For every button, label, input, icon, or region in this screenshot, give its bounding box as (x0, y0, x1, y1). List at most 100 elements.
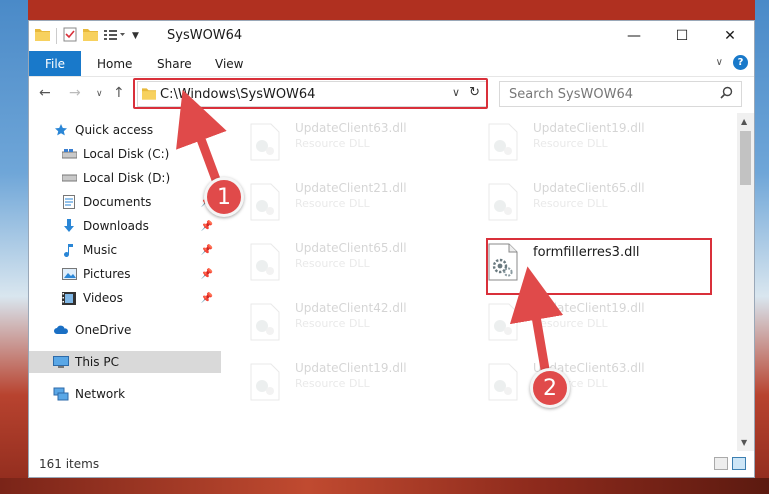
maximize-button[interactable]: ☐ (658, 21, 706, 51)
recent-locations-icon[interactable]: ∨ (96, 89, 103, 99)
sidebar-item-local-disk-c[interactable]: Local Disk (C:) (29, 143, 221, 165)
help-icon[interactable]: ? (733, 55, 748, 70)
status-bar: 161 items (29, 451, 754, 477)
video-icon (61, 291, 77, 305)
dll-file-icon (249, 303, 281, 341)
navigation-pane: Quick access Local Disk (C:) Local Disk … (29, 113, 221, 449)
file-item[interactable]: UpdateClient63.dll Resource DLL (249, 119, 469, 165)
sidebar-item-music[interactable]: Music 📌 (29, 239, 221, 261)
tab-file[interactable]: File (29, 51, 81, 76)
file-name: UpdateClient65.dll (295, 241, 407, 255)
scrollbar-thumb[interactable] (740, 131, 751, 185)
file-name: UpdateClient65.dll (533, 181, 645, 195)
sidebar-item-documents[interactable]: Documents 📌 (29, 191, 221, 213)
file-name: UpdateClient19.dll (533, 301, 645, 315)
expand-ribbon-icon[interactable]: ∨ (716, 57, 723, 68)
forward-arrow-icon[interactable]: → (69, 85, 81, 101)
music-icon (61, 243, 77, 257)
ribbon-tabs: File Home Share View ∨ ? (29, 51, 754, 77)
file-item[interactable]: UpdateClient19.dll Resource DLL (487, 299, 707, 345)
pin-icon[interactable]: 📌 (201, 293, 213, 304)
file-item[interactable]: UpdateClient19.dll Resource DLL (487, 119, 707, 165)
quick-access-toolbar: ▼ (35, 27, 139, 45)
file-item[interactable]: UpdateClient63.dll Resource DLL (487, 359, 707, 405)
sidebar-item-label: Local Disk (D:) (83, 171, 171, 185)
view-switcher (714, 457, 746, 470)
sidebar-item-label: Music (83, 243, 118, 257)
tab-home[interactable]: Home (97, 51, 132, 76)
step-1-badge: 1 (204, 177, 244, 217)
document-icon (61, 195, 77, 209)
search-icon[interactable] (720, 86, 733, 103)
large-icons-view-icon[interactable] (732, 457, 746, 470)
computer-icon (53, 355, 69, 369)
sidebar-item-network[interactable]: Network (29, 383, 221, 405)
close-button[interactable]: ✕ (706, 21, 754, 51)
tab-view[interactable]: View (215, 51, 243, 76)
pin-icon[interactable]: 📌 (201, 221, 213, 232)
star-icon (53, 123, 69, 137)
sidebar-item-label: Quick access (75, 123, 154, 137)
dll-file-icon (487, 363, 519, 401)
dll-file-icon (249, 123, 281, 161)
dll-file-icon (487, 303, 519, 341)
file-type: Resource DLL (295, 377, 370, 390)
details-view-icon[interactable] (714, 457, 728, 470)
up-arrow-icon[interactable]: ↑ (113, 85, 125, 101)
file-item[interactable]: UpdateClient21.dll Resource DLL (249, 179, 469, 225)
dll-file-icon (249, 183, 281, 221)
search-placeholder: Search SysWOW64 (509, 86, 633, 102)
dll-file-icon (487, 183, 519, 221)
sidebar-item-videos[interactable]: Videos 📌 (29, 287, 221, 309)
dll-file-icon (487, 123, 519, 161)
sidebar-item-downloads[interactable]: Downloads 📌 (29, 215, 221, 237)
sidebar-item-label: Downloads (83, 219, 149, 233)
pin-icon[interactable]: 📌 (201, 245, 213, 256)
desktop-background-left (0, 0, 28, 494)
pin-icon[interactable]: 📌 (201, 269, 213, 280)
file-item[interactable]: UpdateClient42.dll Resource DLL (249, 299, 469, 345)
file-type: Resource DLL (533, 137, 608, 150)
file-name: UpdateClient19.dll (533, 121, 645, 135)
sidebar-item-local-disk-d[interactable]: Local Disk (D:) (29, 167, 221, 189)
navigation-bar: ← → ∨ ↑ C:\Windows\SysWOW64 ∨ ↻ Search S… (29, 77, 754, 111)
sidebar-item-label: Videos (83, 291, 123, 305)
tab-share[interactable]: Share (157, 51, 192, 76)
drive-icon (61, 147, 77, 161)
back-arrow-icon[interactable]: ← (39, 85, 51, 101)
sidebar-item-label: Network (75, 387, 126, 401)
toolbar-separator (56, 28, 57, 44)
file-type: Resource DLL (295, 257, 370, 270)
download-icon (61, 219, 77, 233)
dll-file-icon (249, 243, 281, 281)
file-item[interactable]: UpdateClient65.dll Resource DLL (249, 239, 469, 285)
scroll-up-icon[interactable]: ▲ (741, 117, 747, 126)
sidebar-item-label: Local Disk (C:) (83, 147, 170, 161)
sidebar-item-quick-access[interactable]: Quick access (29, 119, 221, 141)
sidebar-item-label: Pictures (83, 267, 131, 281)
file-type: Resource DLL (533, 317, 608, 330)
folder-icon[interactable] (35, 28, 50, 44)
drive-icon (61, 171, 77, 185)
desktop-background-bottom (0, 478, 769, 494)
minimize-button[interactable]: — (610, 21, 658, 51)
file-item[interactable]: UpdateClient65.dll Resource DLL (487, 179, 707, 225)
title-bar: ▼ SysWOW64 — ☐ ✕ (29, 21, 754, 51)
sidebar-item-onedrive[interactable]: OneDrive (29, 319, 221, 341)
file-type: Resource DLL (295, 137, 370, 150)
step-2-badge: 2 (530, 368, 570, 408)
new-folder-icon[interactable] (83, 28, 98, 44)
vertical-scrollbar[interactable]: ▲ ▼ (737, 113, 754, 451)
toolbar-dropdown-icon[interactable]: ▼ (132, 31, 139, 41)
search-box[interactable]: Search SysWOW64 (499, 81, 742, 107)
file-item[interactable]: UpdateClient19.dll Resource DLL (249, 359, 469, 405)
file-name: UpdateClient21.dll (295, 181, 407, 195)
customize-toolbar-icon[interactable] (104, 29, 126, 44)
file-highlight-box (486, 238, 712, 295)
sidebar-item-pictures[interactable]: Pictures 📌 (29, 263, 221, 285)
sidebar-item-this-pc[interactable]: This PC (29, 351, 221, 373)
scroll-down-icon[interactable]: ▼ (741, 438, 747, 447)
window-title: SysWOW64 (167, 28, 243, 43)
item-count: 161 items (39, 457, 100, 471)
properties-icon[interactable] (63, 27, 77, 45)
